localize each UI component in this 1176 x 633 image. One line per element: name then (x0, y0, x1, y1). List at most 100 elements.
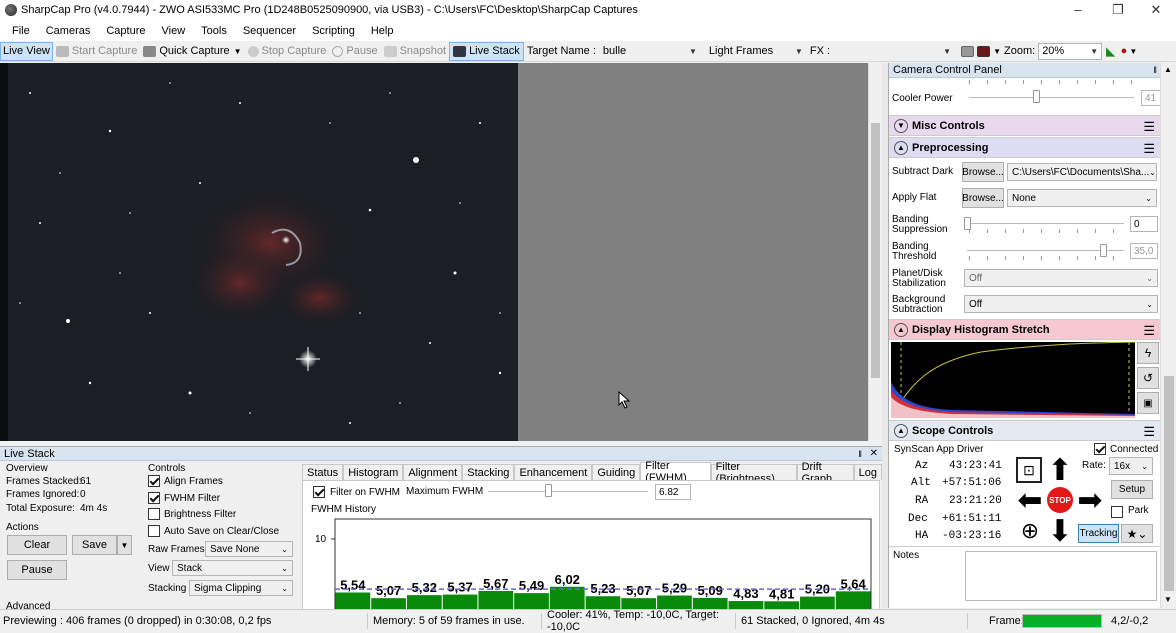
maximize-button[interactable]: ❐ (1098, 0, 1138, 20)
apply-flat-combo[interactable]: None ⌄ (1007, 189, 1157, 207)
crosshair-icon[interactable]: ⊕ (1016, 517, 1044, 545)
chevron-down-icon[interactable]: ▼ (234, 47, 242, 56)
close-button[interactable]: ✕ (1136, 0, 1176, 20)
color-picker-icon[interactable] (977, 45, 991, 57)
star-dropdown-button[interactable]: ★⌄ (1121, 524, 1153, 543)
background-sub-combo[interactable]: Off ⌄ (964, 295, 1158, 313)
stacking-combo[interactable]: Sigma Clipping ⌄ (189, 580, 293, 596)
image-viewport[interactable] (0, 63, 868, 441)
stop-capture-button[interactable]: Stop Capture (245, 42, 330, 61)
lightning-icon[interactable]: ϟ (1137, 342, 1159, 364)
scroll-up-icon[interactable]: ▲ (1164, 65, 1172, 74)
stop-button[interactable]: STOP (1046, 486, 1074, 514)
menu-scripting[interactable]: Scripting (304, 25, 363, 37)
tab-alignment[interactable]: Alignment (403, 464, 463, 480)
align-frames-checkbox[interactable] (148, 475, 160, 488)
pause-stack-button[interactable]: Pause (7, 560, 67, 580)
tab-guiding[interactable]: Guiding (592, 464, 641, 480)
arrow-right-icon[interactable]: ➡ (1076, 484, 1104, 517)
clear-button[interactable]: Clear (7, 535, 67, 555)
pause-button[interactable]: Pause (329, 42, 380, 61)
menu-help[interactable]: Help (363, 25, 402, 37)
save-dropdown-button[interactable]: ▼ (117, 535, 132, 555)
tab-enhancement[interactable]: Enhancement (514, 464, 593, 480)
planet-disk-combo[interactable]: Off ⌄ (964, 269, 1158, 287)
live-stack-button[interactable]: Live Stack (449, 41, 524, 61)
start-capture-button[interactable]: Start Capture (53, 42, 140, 61)
save-icon[interactable]: ▣ (1137, 392, 1159, 414)
view-combo[interactable]: Stack ⌄ (172, 560, 293, 576)
pin-icon[interactable]: ‖ (1153, 65, 1157, 75)
apply-flat-browse-button[interactable]: Browse... (962, 188, 1004, 208)
magnifier-icon[interactable]: ● (1121, 45, 1128, 57)
menu-icon[interactable]: ☰ (1143, 424, 1155, 440)
subtract-dark-combo[interactable]: C:\Users\FC\Documents\Sha... ⌄ (1007, 163, 1157, 181)
close-icon[interactable]: ✕ (870, 448, 878, 459)
frame-type-combo[interactable]: Light Frames ▼ (705, 43, 807, 60)
tab-filter-fwhm[interactable]: Filter (FWHM) (640, 460, 711, 484)
tab-histogram[interactable]: Histogram (343, 464, 404, 480)
panel-splitter[interactable] (882, 63, 888, 608)
preview-status: Previewing : 406 frames (0 dropped) in 0… (0, 613, 368, 629)
zoom-combo[interactable]: 20% ▼ (1038, 42, 1103, 60)
tab-filter-brightness[interactable]: Filter (Brightness) (710, 461, 797, 485)
toolbar: Live View Start Capture Quick Capture ▼ S… (0, 41, 1176, 62)
tracking-button[interactable]: Tracking (1078, 524, 1119, 543)
notes-textarea[interactable] (965, 551, 1157, 601)
chevron-down-icon[interactable]: ▼ (1129, 47, 1137, 56)
menu-icon[interactable]: ☰ (1143, 141, 1155, 157)
cooler-power-slider[interactable] (1032, 90, 1040, 103)
menu-icon[interactable]: ☰ (1143, 119, 1155, 135)
histogram-plot[interactable] (891, 342, 1135, 418)
brightness-filter-checkbox[interactable] (148, 508, 160, 521)
minimize-button[interactable]: – (1058, 0, 1098, 20)
scope-controls-header[interactable]: ▲ Scope Controls ☰ (889, 420, 1161, 441)
arrow-down-icon[interactable]: ⬇ (1046, 515, 1074, 548)
menu-tools[interactable]: Tools (193, 25, 235, 37)
snapshot-button[interactable]: Snapshot (381, 42, 449, 61)
histogram-stretch-header[interactable]: ▲ Display Histogram Stretch ☰ (889, 319, 1161, 340)
scrollbar-thumb[interactable] (1164, 376, 1174, 591)
planet-disk-label-2: Stabilization (892, 278, 946, 289)
histogram-icon[interactable]: ◣ (1106, 45, 1114, 58)
tab-status[interactable]: Status (302, 464, 344, 480)
menu-view[interactable]: View (154, 25, 194, 37)
save-button[interactable]: Save (72, 535, 117, 555)
reset-icon[interactable]: ↺ (1137, 367, 1159, 389)
fx-combo[interactable]: ▼ (833, 43, 955, 60)
preprocessing-header[interactable]: ▲ Preprocessing ☰ (889, 137, 1161, 158)
menu-cameras[interactable]: Cameras (38, 25, 99, 37)
park-checkbox[interactable] (1111, 506, 1123, 519)
image-vscrollbar[interactable] (868, 63, 882, 441)
az-label: Az (915, 460, 929, 472)
subtract-dark-browse-button[interactable]: Browse... (962, 162, 1004, 182)
rate-combo[interactable]: 16x ⌄ (1109, 457, 1153, 475)
banding-suppression-value[interactable]: 0 (1130, 216, 1158, 232)
misc-controls-header[interactable]: ▼ Misc Controls ☰ (889, 115, 1161, 136)
arrow-left-icon[interactable]: ⬅ (1016, 484, 1044, 517)
camera-icon (55, 45, 69, 57)
quick-capture-button[interactable]: Quick Capture ▼ (140, 42, 244, 61)
scroll-down-icon[interactable]: ▼ (1164, 595, 1172, 604)
tab-stacking[interactable]: Stacking (462, 464, 515, 480)
auto-save-checkbox[interactable] (148, 525, 160, 538)
menu-capture[interactable]: Capture (98, 25, 153, 37)
goto-home-icon[interactable]: ⊡ (1016, 457, 1042, 483)
fwhm-filter-checkbox[interactable] (148, 492, 160, 505)
live-view-button[interactable]: Live View (0, 41, 53, 61)
tab-log[interactable]: Log (853, 464, 882, 480)
right-panel-scrollbar[interactable]: ▲ ▼ (1160, 63, 1176, 608)
menu-sequencer[interactable]: Sequencer (235, 25, 304, 37)
menu-file[interactable]: File (4, 25, 38, 37)
pin-icon[interactable]: ‖ (858, 449, 862, 459)
scrollbar-thumb[interactable] (871, 123, 880, 378)
raw-frames-combo[interactable]: Save None ⌄ (205, 541, 293, 557)
arrow-up-icon[interactable]: ⬆ (1046, 454, 1074, 487)
setup-button[interactable]: Setup (1111, 480, 1153, 499)
grey-square-icon[interactable] (961, 45, 975, 57)
target-name-combo[interactable]: bulle ▼ (599, 43, 701, 60)
connected-checkbox[interactable] (1094, 443, 1106, 456)
chevron-down-icon[interactable]: ▼ (993, 47, 1001, 56)
menu-icon[interactable]: ☰ (1143, 323, 1155, 339)
tab-drift-graph[interactable]: Drift Graph (796, 461, 854, 485)
